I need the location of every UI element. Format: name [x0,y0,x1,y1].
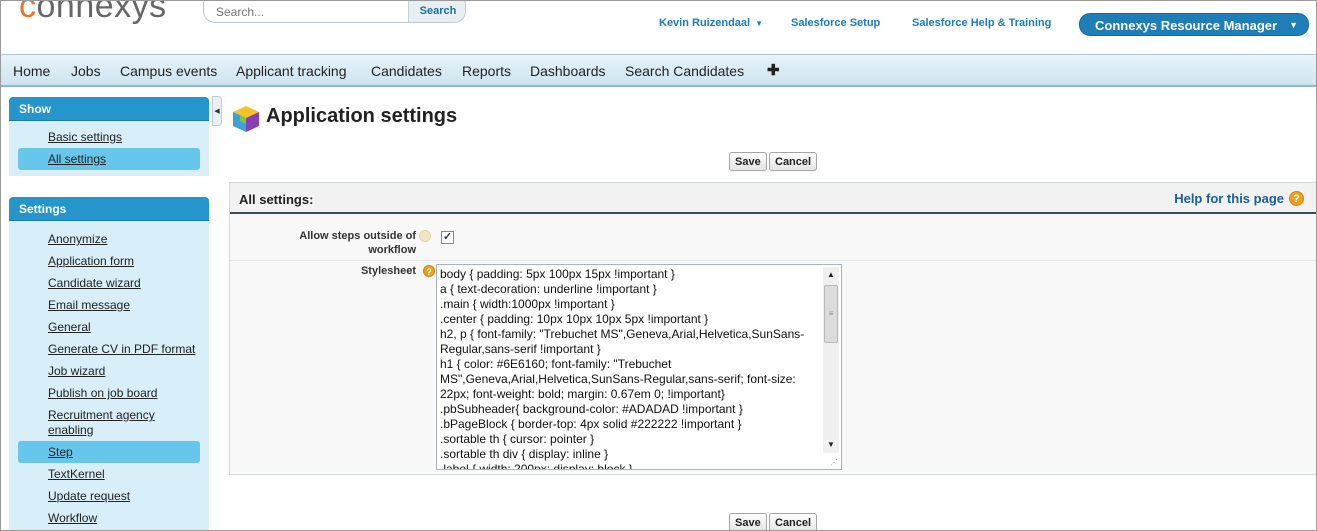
search-button[interactable]: Search [408,1,465,22]
sidebar-item-email-message[interactable]: Email message [18,294,200,316]
chevron-down-icon: ▼ [1289,20,1298,30]
user-name: Kevin Ruizendaal [659,17,751,29]
stylesheet-textarea[interactable]: body { padding: 5px 100px 15px !importan… [436,264,842,470]
tab-campus-events[interactable]: Campus events [120,63,217,79]
panel-title: All settings: [239,192,314,207]
help-icon[interactable]: ? [423,265,435,277]
sidebar-settings-title: Settings [9,197,209,221]
sidebar-item-textkernel[interactable]: TextKernel [18,463,200,485]
help-for-page-link[interactable]: Help for this page? [1174,191,1304,206]
resize-grip-icon[interactable]: ⋰ [830,458,838,467]
scroll-down-icon[interactable]: ▼ [823,437,839,453]
tab-jobs[interactable]: Jobs [71,63,101,79]
sidebar-show-title: Show [9,97,209,121]
app-window: connexys Search Kevin Ruizendaal ▼ Salesf… [0,0,1317,531]
tab-bar: Home Jobs Campus events Applicant tracki… [1,54,1316,87]
save-button-bottom[interactable]: Save [729,513,767,530]
row-divider [230,260,1316,261]
tab-dashboards[interactable]: Dashboards [530,63,606,79]
app-switcher-button[interactable]: Connexys Resource Manager ▼ [1079,13,1309,36]
cube-icon [233,106,259,132]
search-box: Search [203,1,466,23]
connexys-logo[interactable]: connexys [19,1,167,26]
scroll-thumb[interactable]: ≡ [824,285,838,343]
info-icon[interactable] [419,230,431,242]
salesforce-setup-link[interactable]: Salesforce Setup [791,17,880,29]
cancel-button[interactable]: Cancel [769,152,818,171]
textarea-scrollbar[interactable]: ▲ ≡ ▼ [823,267,839,453]
sidebar-item-step[interactable]: Step [18,441,200,463]
tab-applicant-tracking[interactable]: Applicant tracking [236,63,347,79]
stylesheet-label: Stylesheet [360,265,416,277]
sidebar-item-generate-cv[interactable]: Generate CV in PDF format [18,338,200,360]
global-header: connexys Search Kevin Ruizendaal ▼ Salesf… [1,1,1316,53]
scroll-up-icon[interactable]: ▲ [823,267,839,283]
search-input[interactable] [204,1,408,22]
salesforce-help-link[interactable]: Salesforce Help & Training [912,17,1051,29]
sidebar-settings-section: Settings Anonymize Application form Cand… [9,197,209,530]
user-menu[interactable]: Kevin Ruizendaal ▼ [659,17,763,29]
tab-candidates[interactable]: Candidates [371,63,442,79]
add-tab-icon[interactable]: ✚ [767,61,780,79]
tab-reports[interactable]: Reports [462,63,511,79]
help-page-label: Help for this page [1174,191,1284,206]
stylesheet-content: body { padding: 5px 100px 15px !importan… [440,267,805,470]
sidebar-item-recruitment-agency[interactable]: Recruitment agency enabling [18,404,200,441]
sidebar-item-candidate-wizard[interactable]: Candidate wizard [18,272,200,294]
sidebar-show-list: Basic settings All settings [9,121,209,176]
save-button[interactable]: Save [729,152,767,171]
sidebar-collapse-handle[interactable]: ◀ [212,96,222,126]
sidebar-item-anonymize[interactable]: Anonymize [18,228,200,250]
allow-steps-checkbox[interactable]: ✓ [441,231,454,244]
tab-home[interactable]: Home [13,63,50,79]
panel-header: All settings: Help for this page? [230,183,1316,214]
chevron-down-icon: ▼ [755,19,763,28]
sidebar-item-job-wizard[interactable]: Job wizard [18,360,200,382]
sidebar-show-section: Show Basic settings All settings [9,97,209,176]
sidebar-settings-list: Anonymize Application form Candidate wiz… [9,221,209,530]
allow-steps-label: Allow steps outside of workflow [299,230,416,256]
page-title: Application settings [266,105,458,127]
sidebar-item-basic-settings[interactable]: Basic settings [18,126,200,148]
sidebar-item-application-form[interactable]: Application form [18,250,200,272]
sidebar-item-publish-job-board[interactable]: Publish on job board [18,382,200,404]
app-name: Connexys Resource Manager [1095,18,1278,33]
tab-search-candidates[interactable]: Search Candidates [625,63,744,79]
sidebar-item-general[interactable]: General [18,316,200,338]
help-icon: ? [1289,191,1304,206]
sidebar-item-update-request[interactable]: Update request [18,485,200,507]
cancel-button-bottom[interactable]: Cancel [769,513,818,530]
sidebar-item-all-settings[interactable]: All settings [18,148,200,170]
sidebar-item-workflow[interactable]: Workflow [18,507,200,529]
